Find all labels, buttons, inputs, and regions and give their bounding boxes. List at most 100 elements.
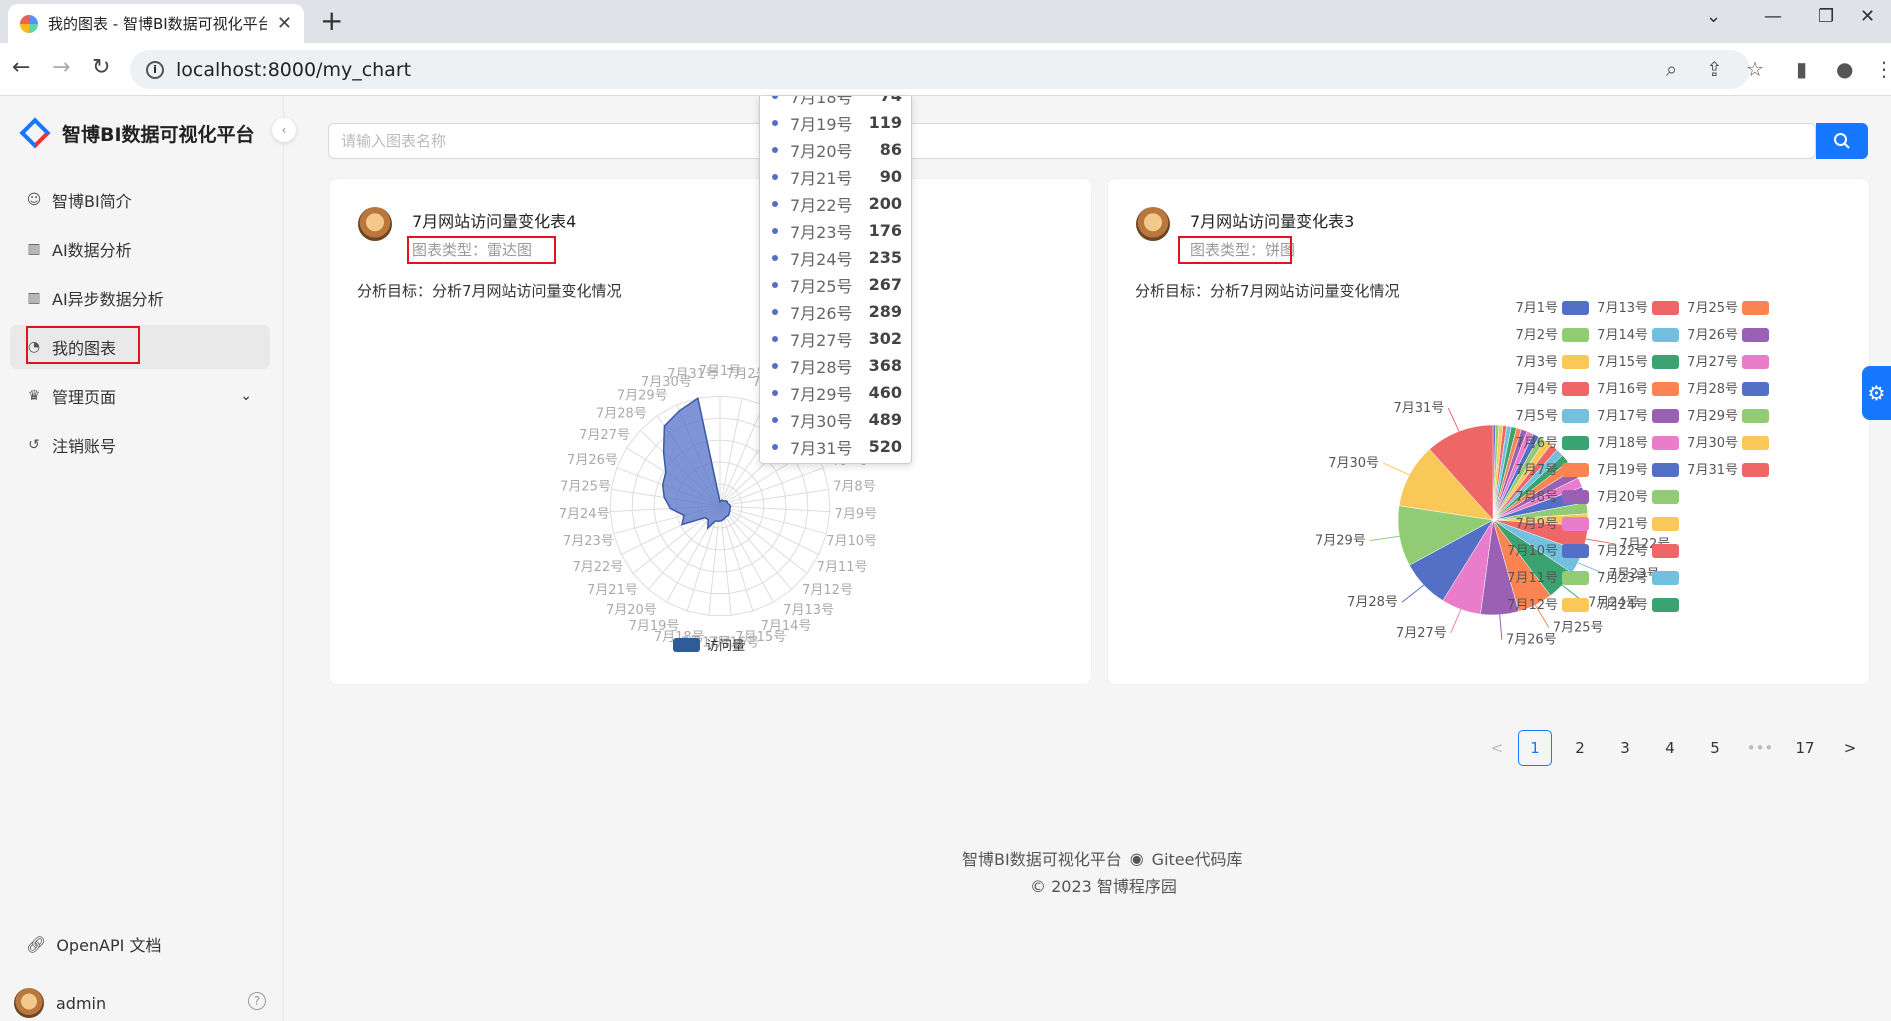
radar-chart[interactable]: 7月1号7月2号7月3号7月4号7月5号7月6号7月7号7月8号7月9号7月10… [330, 179, 1093, 686]
chart-search-box [328, 123, 1816, 159]
legend-label: 7月20号 [1597, 490, 1648, 505]
tooltip-row: 7月31号 520 [772, 433, 902, 460]
tooltip-label: 7月29号 [790, 384, 853, 404]
page-last-button[interactable]: 17 [1788, 730, 1822, 766]
tooltip-value: 267 [868, 275, 902, 294]
user-info[interactable]: admin [14, 988, 106, 1018]
sidebar-item-admin[interactable]: ♛ 管理页面 ⌄ [10, 374, 270, 418]
tab-search-icon[interactable]: ⌄ [1706, 6, 1721, 27]
page-3-button[interactable]: 3 [1608, 730, 1642, 766]
legend-label: 7月9号 [1515, 517, 1558, 532]
sidebar-item-ai-analysis[interactable]: ▥ AI数据分析 [10, 227, 270, 271]
radar-axis-label: 7月25号 [560, 479, 611, 494]
sidebar-item-ai-async-analysis[interactable]: ▥ AI异步数据分析 [10, 276, 270, 320]
collapse-sidebar-button[interactable]: ‹ [272, 118, 296, 142]
copyright: © 2023 智博程序园 [1030, 877, 1177, 896]
browser-tab[interactable]: 我的图表 - 智博BI数据可视化平台 ✕ [8, 4, 304, 43]
bookmark-star-icon[interactable]: ☆ [1746, 57, 1764, 81]
page-1-button[interactable]: 1 [1518, 730, 1552, 766]
search-button[interactable] [1816, 123, 1868, 159]
legend-label: 7月27号 [1687, 355, 1738, 370]
help-icon[interactable]: ? [248, 992, 266, 1010]
legend-label: 7月2号 [1515, 328, 1558, 343]
legend-swatch [1562, 490, 1589, 504]
bar-chart-icon: ▥ [27, 241, 41, 257]
sidebar-item-label: 注销账号 [52, 437, 117, 456]
tooltip-row: 7月26号 289 [772, 298, 902, 325]
chevron-down-icon: ⌄ [240, 388, 252, 404]
page-5-button[interactable]: 5 [1698, 730, 1732, 766]
series-dot [772, 227, 778, 234]
legend-swatch [1562, 382, 1589, 396]
close-tab-icon[interactable]: ✕ [277, 13, 292, 34]
legend-label: 7月5号 [1515, 409, 1558, 424]
radar-axis-label: 7月29号 [617, 388, 668, 403]
minimize-icon[interactable]: — [1764, 6, 1782, 27]
legend-swatch [673, 638, 700, 652]
tooltip-row: 7月23号 176 [772, 217, 902, 244]
radar-axis-label: 7月9号 [835, 507, 878, 522]
legend-label: 7月31号 [1687, 463, 1738, 478]
chart-tooltip: 7月18号747月19号1197月20号867月21号907月22号2007月2… [759, 96, 912, 464]
next-page-button[interactable]: > [1833, 730, 1867, 766]
pie-label: 7月25号 [1553, 620, 1604, 635]
browser-menu-icon[interactable]: ⋮ [1874, 57, 1891, 81]
tooltip-row: 7月21号 90 [772, 163, 902, 190]
search-input[interactable] [329, 124, 1729, 158]
sidebar-item-intro[interactable]: ☺ 智博BI简介 [10, 178, 270, 222]
radar-axis-label: 7月28号 [596, 406, 647, 421]
profile-icon[interactable]: ● [1836, 57, 1853, 81]
legend-swatch [1742, 409, 1769, 423]
legend-swatch [1562, 571, 1589, 585]
tooltip-row: 7月28号 368 [772, 352, 902, 379]
radar-axis-label: 7月19号 [629, 619, 680, 634]
legend-swatch [1562, 301, 1589, 315]
pie-label: 7月29号 [1315, 534, 1366, 549]
legend-swatch [1652, 517, 1679, 531]
radar-axis-label: 7月31号 [667, 367, 718, 382]
back-icon[interactable]: ← [12, 55, 30, 80]
series-dot [772, 119, 778, 126]
search-icon [1834, 133, 1850, 149]
legend-label: 访问量 [706, 639, 745, 654]
legend-label: 7月25号 [1687, 301, 1738, 316]
settings-gear-button[interactable]: ⚙ [1862, 366, 1891, 420]
sidebar-item-label: 管理页面 [52, 388, 117, 407]
reload-icon[interactable]: ↻ [92, 55, 110, 80]
tooltip-row: 7月20号 86 [772, 136, 902, 163]
pie-label-line [1447, 407, 1460, 432]
forward-icon[interactable]: → [52, 55, 70, 80]
app-logo[interactable]: 智博BI数据可视化平台 [18, 116, 255, 150]
legend-label: 7月3号 [1515, 355, 1558, 370]
chart-card-pie: 7月网站访问量变化表3 图表类型：饼图 分析目标：分析7月网站访问量变化情况 7… [1107, 178, 1870, 685]
legend-swatch [1652, 598, 1679, 612]
share-icon[interactable]: ⇪ [1706, 57, 1723, 81]
maximize-icon[interactable]: ❐ [1818, 6, 1834, 27]
close-window-icon[interactable]: ✕ [1860, 6, 1875, 27]
tooltip-label: 7月21号 [790, 168, 853, 188]
site-info-icon[interactable]: i [146, 60, 164, 79]
radar-axis-line [719, 505, 793, 590]
pie-chart[interactable]: 7月22号7月23号7月24号7月25号7月26号7月27号7月28号7月29号… [1108, 179, 1871, 686]
page-4-button[interactable]: 4 [1653, 730, 1687, 766]
tooltip-row: 7月30号 489 [772, 406, 902, 433]
legend-swatch [1652, 463, 1679, 477]
page-ellipsis[interactable]: ••• [1743, 730, 1777, 766]
logo-text: 智博BI数据可视化平台 [62, 123, 255, 146]
legend-label: 7月15号 [1597, 355, 1648, 370]
tooltip-row: 7月18号 74 [772, 96, 902, 109]
tooltip-value: 302 [868, 329, 902, 348]
openapi-link[interactable]: 🔗︎ OpenAPI 文档 [26, 932, 161, 956]
prev-page-button[interactable]: < [1480, 730, 1514, 766]
new-tab-button[interactable]: + [320, 6, 343, 36]
legend-label: 7月22号 [1597, 544, 1648, 559]
tooltip-label: 7月23号 [790, 222, 853, 242]
zoom-icon[interactable]: ⌕ [1666, 57, 1677, 81]
gitee-link[interactable]: Gitee代码库 [1152, 846, 1243, 870]
legend-label: 7月23号 [1597, 571, 1648, 586]
series-dot [772, 389, 778, 396]
side-panel-icon[interactable]: ▮ [1796, 57, 1807, 81]
url-field[interactable]: i localhost:8000/my_chart [130, 50, 1750, 89]
sidebar-item-logout[interactable]: ↺ 注销账号 [10, 423, 270, 467]
page-2-button[interactable]: 2 [1563, 730, 1597, 766]
